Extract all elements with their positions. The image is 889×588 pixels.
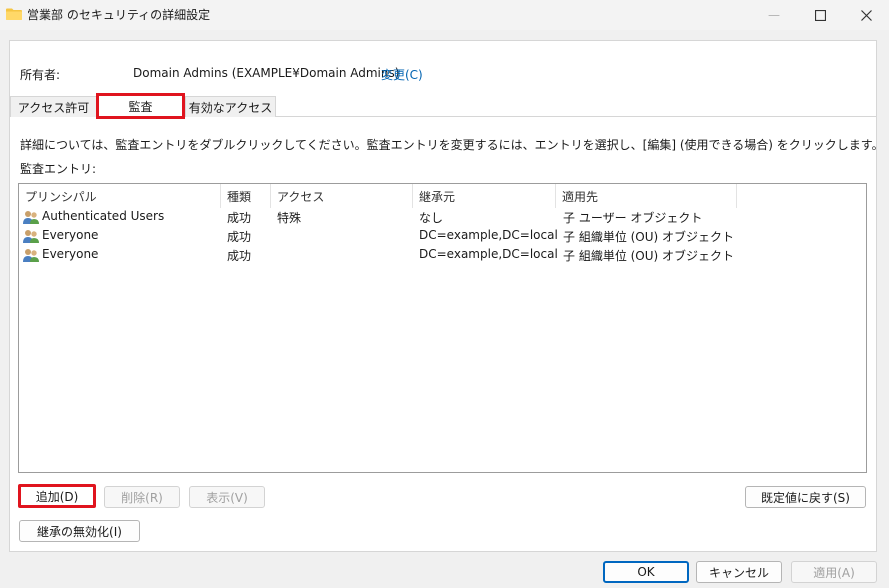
- table-row[interactable]: Authenticated Users 成功 特殊 なし 子 ユーザー オブジェ…: [19, 208, 866, 227]
- inherited-cell: DC=example,DC=local: [419, 247, 558, 261]
- users-icon: [23, 211, 39, 224]
- applies-cell: 子 組織単位 (OU) オブジェクト: [563, 249, 735, 263]
- applies-cell: 子 ユーザー オブジェクト: [563, 211, 703, 225]
- access-cell: 特殊: [277, 211, 302, 225]
- minimize-button[interactable]: —: [751, 0, 797, 30]
- description-text: 詳細については、監査エントリをダブルクリックしてください。監査エントリを変更する…: [20, 138, 884, 152]
- close-icon: [860, 9, 872, 21]
- owner-label: 所有者:: [20, 68, 61, 82]
- applies-cell: 子 組織単位 (OU) オブジェクト: [563, 230, 735, 244]
- cancel-button[interactable]: キャンセル: [696, 561, 782, 583]
- owner-change-link[interactable]: 変更(C): [381, 66, 423, 83]
- column-header-applies-to[interactable]: 適用先: [556, 184, 737, 208]
- table-row[interactable]: Everyone 成功 DC=example,DC=local 子 組織単位 (…: [19, 227, 866, 246]
- audit-entries-label: 監査エントリ:: [20, 162, 97, 176]
- principal-cell: Authenticated Users: [42, 209, 165, 223]
- disable-inheritance-button[interactable]: 継承の無効化(I): [19, 520, 140, 542]
- tab-permissions[interactable]: アクセス許可: [10, 96, 97, 117]
- maximize-button[interactable]: [797, 0, 843, 30]
- restore-defaults-button[interactable]: 既定値に戻す(S): [745, 486, 866, 508]
- close-button[interactable]: [843, 0, 889, 30]
- apply-button[interactable]: 適用(A): [791, 561, 877, 583]
- table-row[interactable]: Everyone 成功 DC=example,DC=local 子 組織単位 (…: [19, 246, 866, 265]
- users-icon: [23, 230, 39, 243]
- ok-button[interactable]: OK: [603, 561, 689, 583]
- inherited-cell: なし: [419, 211, 444, 225]
- tab-auditing[interactable]: 監査: [96, 93, 185, 119]
- folder-icon: [6, 8, 22, 20]
- column-header-inherited-from[interactable]: 継承元: [413, 184, 556, 208]
- window-title: 営業部 のセキュリティの詳細設定: [27, 8, 211, 22]
- column-header-access[interactable]: アクセス: [271, 184, 413, 208]
- inherited-cell: DC=example,DC=local: [419, 228, 558, 242]
- title-bar: 営業部 のセキュリティの詳細設定 —: [0, 0, 889, 30]
- principal-cell: Everyone: [42, 247, 99, 261]
- users-icon: [23, 249, 39, 262]
- remove-button[interactable]: 削除(R): [104, 486, 180, 508]
- minimize-icon: —: [768, 8, 780, 22]
- column-header-type[interactable]: 種類: [221, 184, 271, 208]
- add-button[interactable]: 追加(D): [18, 484, 96, 508]
- view-button[interactable]: 表示(V): [189, 486, 265, 508]
- type-cell: 成功: [227, 249, 252, 263]
- column-header-principal[interactable]: プリンシパル: [19, 184, 221, 208]
- maximize-icon: [814, 9, 826, 21]
- principal-cell: Everyone: [42, 228, 99, 242]
- audit-entries-list[interactable]: プリンシパル 種類 アクセス 継承元 適用先 Authenticated Use…: [18, 183, 867, 473]
- owner-value: Domain Admins (EXAMPLE¥Domain Admins): [133, 66, 400, 80]
- type-cell: 成功: [227, 211, 252, 225]
- type-cell: 成功: [227, 230, 252, 244]
- tab-effective-access[interactable]: 有効なアクセス: [185, 96, 276, 117]
